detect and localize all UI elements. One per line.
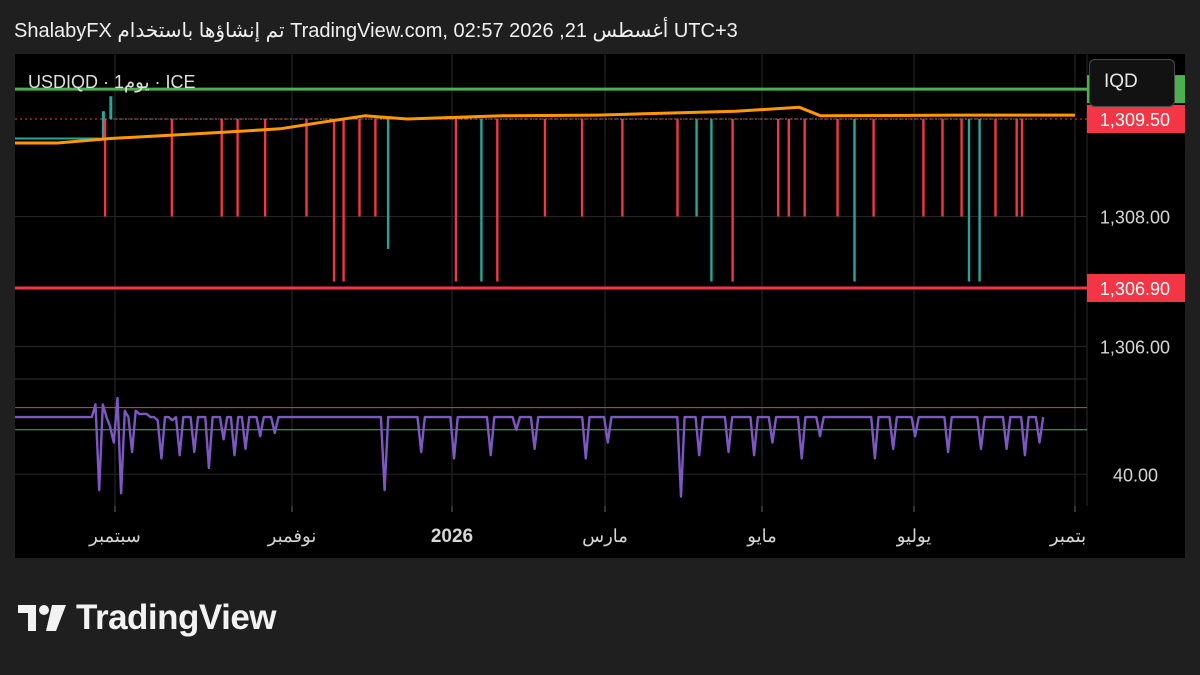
price-tick-label: 1,308.00 <box>1100 208 1170 228</box>
osc-tick-label: 40.00 <box>1113 465 1158 485</box>
time-tick-label: يوليو <box>896 526 932 547</box>
time-tick-label: مايو <box>746 526 776 547</box>
tradingview-wordmark: TradingView <box>76 598 277 637</box>
chart-canvas[interactable]: 1,308.001,306.0040.001,309.961,309.501,3… <box>15 54 1185 558</box>
time-tick-label: 2026 <box>431 526 473 547</box>
price-tag-label: 1,306.90 <box>1100 279 1170 299</box>
candle-jump <box>109 96 113 119</box>
time-tick-label: سبتمبر <box>88 526 141 547</box>
time-tick-label: بتمبر <box>1049 526 1086 547</box>
price-tick-label: 1,306.00 <box>1100 338 1170 358</box>
currency-button[interactable]: IQD <box>1089 59 1175 107</box>
tradingview-logo: TradingView <box>18 598 277 638</box>
time-tick-label: نوفمبر <box>267 526 317 547</box>
tradingview-logo-icon <box>18 605 66 631</box>
chart-credit-header: ShalabyFX تم إنشاؤها باستخدام TradingVie… <box>14 20 738 42</box>
time-tick-label: مارس <box>582 526 628 547</box>
price-tag-label: 1,309.50 <box>1100 110 1170 130</box>
symbol-label: USDIQD · 1يوم · ICE <box>28 72 196 92</box>
chart-panel[interactable]: 1,308.001,306.0040.001,309.961,309.501,3… <box>15 54 1185 558</box>
oscillator-line <box>15 396 1045 498</box>
